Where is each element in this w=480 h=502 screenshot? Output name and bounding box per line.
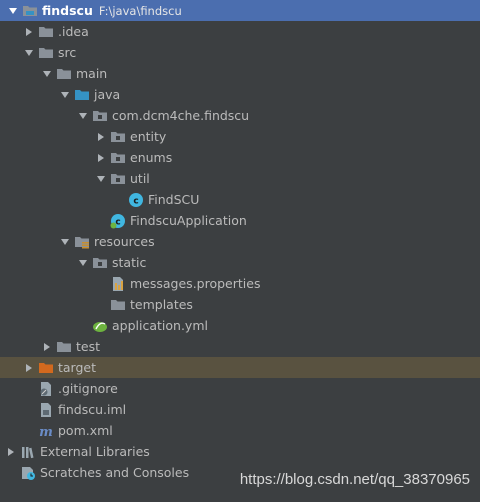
watermark: https://blog.csdn.net/qq_38370965 xyxy=(239,471,470,488)
tree-row-entity[interactable]: entity xyxy=(0,126,480,147)
tree-row-findscu-class[interactable]: c FindSCU xyxy=(0,189,480,210)
tree-row-idea[interactable]: .idea xyxy=(0,21,480,42)
resources-label: resources xyxy=(94,234,155,249)
chevron-down-icon[interactable] xyxy=(6,4,20,18)
folder-icon xyxy=(38,24,54,40)
chevron-right-icon[interactable] xyxy=(94,151,108,165)
chevron-down-icon[interactable] xyxy=(58,88,72,102)
pom-label: pom.xml xyxy=(58,423,113,438)
gitignore-label: .gitignore xyxy=(58,381,118,396)
java-label: java xyxy=(94,87,121,102)
chevron-down-icon[interactable] xyxy=(40,67,54,81)
tree-row-java[interactable]: java xyxy=(0,84,480,105)
external-libraries-label: External Libraries xyxy=(40,444,150,459)
spring-boot-class-icon: c xyxy=(110,213,126,229)
chevron-right-icon[interactable] xyxy=(40,340,54,354)
tree-row-test[interactable]: test xyxy=(0,336,480,357)
maven-icon: m xyxy=(38,423,54,439)
scratches-icon xyxy=(20,465,36,481)
gitignore-file-icon xyxy=(38,381,54,397)
root-label: findscu xyxy=(42,3,93,18)
package-icon xyxy=(110,171,126,187)
tree-row-iml[interactable]: findscu.iml xyxy=(0,399,480,420)
tree-row-package[interactable]: com.dcm4che.findscu xyxy=(0,105,480,126)
library-icon xyxy=(20,444,36,460)
tree-row-app-class[interactable]: c FindscuApplication xyxy=(0,210,480,231)
package-label: com.dcm4che.findscu xyxy=(112,108,250,123)
package-icon xyxy=(110,150,126,166)
test-label: test xyxy=(76,339,101,354)
chevron-right-icon[interactable] xyxy=(94,130,108,144)
chevron-down-icon[interactable] xyxy=(76,109,90,123)
src-label: src xyxy=(58,45,77,60)
folder-icon xyxy=(56,339,72,355)
tree-row-app-yml[interactable]: application.yml xyxy=(0,315,480,336)
chevron-right-icon[interactable] xyxy=(22,25,36,39)
package-icon xyxy=(92,108,108,124)
folder-icon xyxy=(38,45,54,61)
main-label: main xyxy=(76,66,108,81)
iml-label: findscu.iml xyxy=(58,402,127,417)
tree-row-root[interactable]: findscu F:\java\findscu xyxy=(0,0,480,21)
excluded-folder-icon xyxy=(38,360,54,376)
app-class-label: FindscuApplication xyxy=(130,213,247,228)
static-label: static xyxy=(112,255,147,270)
scratches-label: Scratches and Consoles xyxy=(40,465,190,480)
chevron-down-icon[interactable] xyxy=(76,256,90,270)
root-path: F:\java\findscu xyxy=(98,3,182,18)
folder-icon xyxy=(92,255,108,271)
tree-row-templates[interactable]: templates xyxy=(0,294,480,315)
package-icon xyxy=(110,129,126,145)
iml-file-icon xyxy=(38,402,54,418)
tree-row-static[interactable]: static xyxy=(0,252,480,273)
svg-text:m: m xyxy=(39,425,53,439)
source-folder-icon xyxy=(74,87,90,103)
tree-row-gitignore[interactable]: .gitignore xyxy=(0,378,480,399)
tree-row-external-libraries[interactable]: External Libraries xyxy=(0,441,480,462)
idea-label: .idea xyxy=(58,24,89,39)
chevron-right-icon[interactable] xyxy=(4,445,18,459)
folder-icon xyxy=(56,66,72,82)
tree-row-main[interactable]: main xyxy=(0,63,480,84)
module-folder-icon xyxy=(22,3,38,19)
messages-label: messages.properties xyxy=(130,276,261,291)
findscu-class-label: FindSCU xyxy=(148,192,200,207)
chevron-down-icon[interactable] xyxy=(58,235,72,249)
chevron-down-icon[interactable] xyxy=(94,172,108,186)
tree-row-target[interactable]: target xyxy=(0,357,480,378)
tree-row-src[interactable]: src xyxy=(0,42,480,63)
chevron-down-icon[interactable] xyxy=(22,46,36,60)
tree-row-messages[interactable]: messages.properties xyxy=(0,273,480,294)
tree-row-util[interactable]: util xyxy=(0,168,480,189)
enums-label: enums xyxy=(130,150,173,165)
util-label: util xyxy=(130,171,150,186)
tree-row-resources[interactable]: resources xyxy=(0,231,480,252)
folder-icon xyxy=(110,297,126,313)
tree-row-enums[interactable]: enums xyxy=(0,147,480,168)
properties-file-icon xyxy=(110,276,126,292)
class-icon: c xyxy=(128,192,144,208)
target-label: target xyxy=(58,360,97,375)
tree-row-pom[interactable]: m pom.xml xyxy=(0,420,480,441)
templates-label: templates xyxy=(130,297,193,312)
chevron-right-icon[interactable] xyxy=(22,361,36,375)
svg-text:c: c xyxy=(133,196,138,206)
app-yml-label: application.yml xyxy=(112,318,208,333)
resources-folder-icon xyxy=(74,234,90,250)
entity-label: entity xyxy=(130,129,167,144)
spring-config-icon xyxy=(92,318,108,334)
